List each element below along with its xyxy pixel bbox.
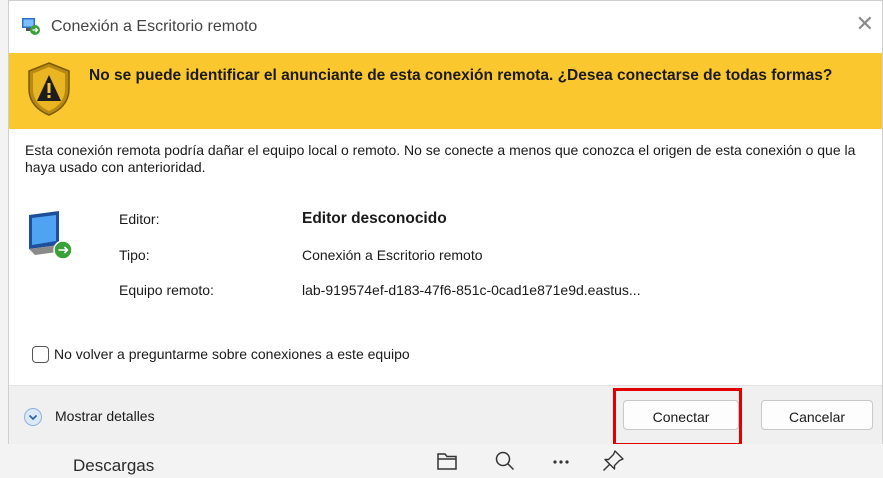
search-icon[interactable] — [492, 448, 518, 474]
folder-icon[interactable] — [434, 448, 460, 474]
remote-desktop-app-icon — [22, 18, 40, 35]
dont-ask-again-checkbox[interactable] — [32, 346, 49, 363]
warning-shield-icon — [28, 62, 70, 116]
more-icon[interactable] — [548, 448, 574, 474]
title-bar: Conexión a Escritorio remoto ✕ — [9, 1, 882, 53]
description-text: Esta conexión remota podría dañar el equ… — [25, 142, 856, 175]
publisher-label: Editor: — [119, 211, 160, 227]
close-button[interactable]: ✕ — [856, 13, 874, 35]
show-details-chevron-icon[interactable] — [24, 408, 42, 426]
remote-computer-label: Equipo remoto: — [119, 282, 214, 298]
cancel-button[interactable]: Cancelar — [761, 400, 873, 430]
dont-ask-again-label[interactable]: No volver a preguntarme sobre conexiones… — [54, 346, 410, 362]
remote-computer-icon — [29, 211, 73, 260]
pin-icon[interactable] — [600, 448, 626, 474]
show-details-label[interactable]: Mostrar detalles — [55, 408, 155, 424]
remote-computer-value: lab-919574ef-d183-47f6-851c-0cad1e871e9d… — [302, 282, 641, 298]
dialog-footer: Mostrar detalles Conectar Cancelar — [9, 385, 882, 445]
dialog-title: Conexión a Escritorio remoto — [51, 18, 258, 35]
warning-message: No se puede identificar el anunciante de… — [89, 67, 833, 84]
remote-desktop-dialog: Conexión a Escritorio remoto ✕ No se pue… — [8, 0, 883, 445]
publisher-value: Editor desconocido — [302, 210, 447, 227]
warning-banner: No se puede identificar el anunciante de… — [9, 53, 882, 129]
downloads-label[interactable]: Descargas — [73, 456, 154, 476]
type-label: Tipo: — [119, 247, 150, 263]
connect-button-highlight — [613, 388, 742, 446]
type-value: Conexión a Escritorio remoto — [302, 247, 483, 263]
